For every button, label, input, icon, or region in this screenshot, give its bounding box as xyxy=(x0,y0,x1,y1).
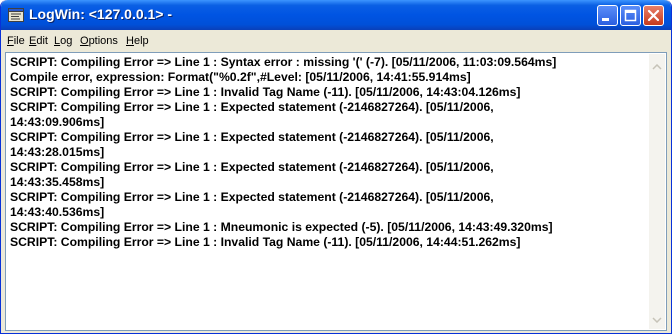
menu-help-label: elp xyxy=(133,35,149,47)
maximize-button[interactable] xyxy=(620,5,641,26)
log-line: Compile error, expression: Format("%0.2f… xyxy=(10,70,471,84)
logwin-window: LogWin: <127.0.0.1> - File Edit Log Opti… xyxy=(0,0,672,334)
log-line: 14:43:28.015ms] xyxy=(10,145,105,159)
menu-help-accel: H xyxy=(126,35,134,47)
menu-options-accel: O xyxy=(80,35,89,47)
menu-options[interactable]: Options xyxy=(80,35,118,47)
menu-log-label: og xyxy=(60,35,73,47)
menu-log[interactable]: Log xyxy=(54,35,72,47)
close-icon xyxy=(647,9,660,22)
log-line: SCRIPT: Compiling Error => Line 1 : Synt… xyxy=(10,55,557,69)
menu-file-accel: F xyxy=(7,35,14,47)
menu-edit-label: dit xyxy=(36,35,48,47)
log-line: SCRIPT: Compiling Error => Line 1 : Inva… xyxy=(10,85,521,99)
log-line: SCRIPT: Compiling Error => Line 1 : Expe… xyxy=(10,160,494,174)
log-line: 14:43:40.536ms] xyxy=(10,205,105,219)
minimize-button[interactable] xyxy=(597,5,618,26)
logwin-app-icon[interactable] xyxy=(8,8,24,22)
log-line: SCRIPT: Compiling Error => Line 1 : Mneu… xyxy=(10,220,553,234)
log-panel[interactable]: SCRIPT: Compiling Error => Line 1 : Synt… xyxy=(5,52,667,331)
log-line: SCRIPT: Compiling Error => Line 1 : Inva… xyxy=(10,235,521,249)
log-line: 14:43:35.458ms] xyxy=(10,175,105,189)
log-line: SCRIPT: Compiling Error => Line 1 : Expe… xyxy=(10,100,494,114)
log-line: 14:43:09.906ms] xyxy=(10,115,105,129)
scroll-down-arrow-icon[interactable] xyxy=(652,317,662,323)
title-bar[interactable]: LogWin: <127.0.0.1> - xyxy=(1,0,671,30)
menu-bar: File Edit Log Options Help xyxy=(3,31,669,51)
menu-options-label: ptions xyxy=(88,35,118,47)
maximize-icon xyxy=(624,9,637,22)
menu-file[interactable]: File xyxy=(7,35,25,47)
log-line: SCRIPT: Compiling Error => Line 1 : Expe… xyxy=(10,190,494,204)
menu-edit[interactable]: Edit xyxy=(29,35,48,47)
log-text[interactable]: SCRIPT: Compiling Error => Line 1 : Synt… xyxy=(10,55,646,250)
scroll-up-arrow-icon[interactable] xyxy=(652,64,662,70)
vertical-scrollbar[interactable] xyxy=(649,54,665,329)
close-button[interactable] xyxy=(643,5,664,26)
menu-file-label: ile xyxy=(13,35,25,47)
log-line: SCRIPT: Compiling Error => Line 1 : Expe… xyxy=(10,130,494,144)
window-title: LogWin: <127.0.0.1> - xyxy=(29,6,173,22)
menu-help[interactable]: Help xyxy=(126,35,149,47)
minimize-icon xyxy=(602,18,609,21)
